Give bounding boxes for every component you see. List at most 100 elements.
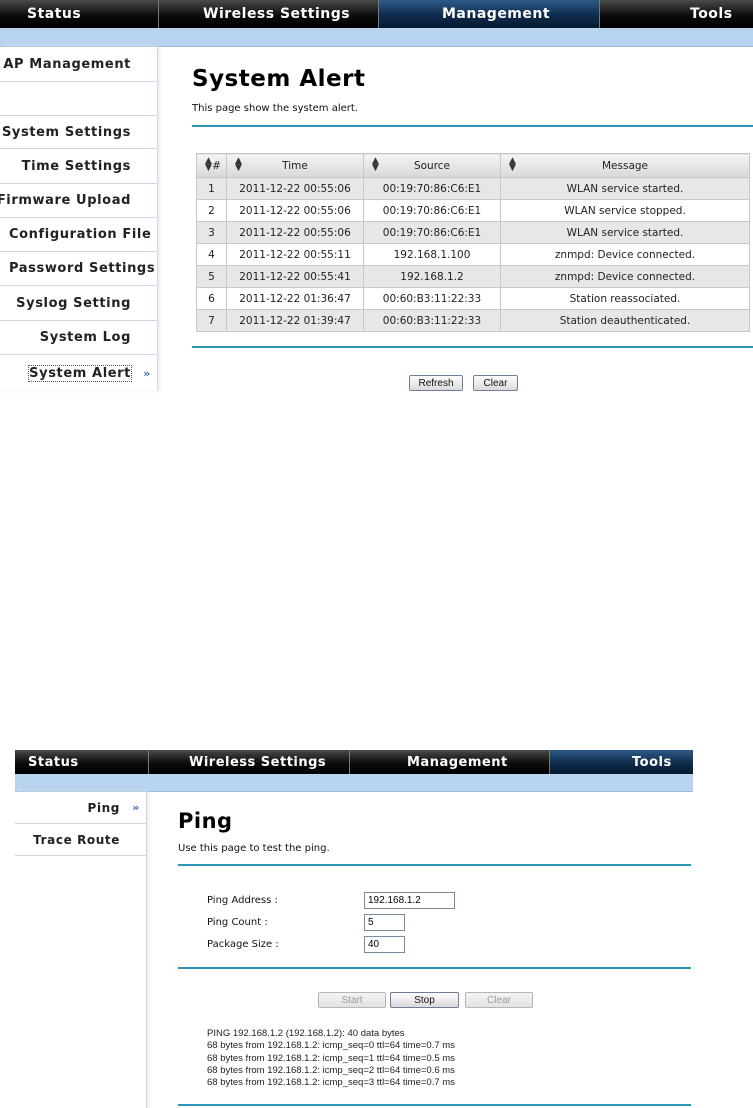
column-header-number[interactable]: ▲ ▼ # (196, 153, 227, 178)
double-chevron-right-icon: » (132, 801, 140, 814)
cell-number: 5 (196, 265, 227, 288)
ping-output-line: 68 bytes from 192.168.1.2: icmp_seq=2 tt… (207, 1064, 455, 1076)
ping-address-input[interactable] (364, 892, 455, 909)
cell-number: 6 (196, 287, 227, 310)
ping-output-line: PING 192.168.1.2 (192.168.1.2): 40 data … (207, 1028, 405, 1039)
sidebar-item-password-settings[interactable]: Password Settings (0, 252, 157, 286)
sort-icon: ▲ ▼ (509, 156, 516, 173)
tab-status[interactable]: Status (15, 750, 149, 774)
cell-message: WLAN service stopped. (500, 199, 750, 222)
package-size-label: Package Size : (207, 939, 279, 950)
sidebar-item-label: System Alert (28, 364, 132, 382)
sidebar-item-label: AP Management (3, 56, 131, 72)
column-header-message[interactable]: ▲ ▼ Message (500, 153, 750, 178)
column-header-label: Time (282, 159, 308, 172)
tab-label: Tools (632, 754, 672, 770)
ping-count-input[interactable] (364, 914, 405, 931)
cell-source: 00:19:70:86:C6:E1 (363, 199, 501, 222)
divider (178, 1104, 691, 1106)
cell-number: 2 (196, 199, 227, 222)
cell-time: 2011-12-22 00:55:06 (226, 199, 364, 222)
cell-source: 00:60:B3:11:22:33 (363, 309, 501, 332)
start-button[interactable]: Start (318, 992, 386, 1008)
cell-message: znmpd: Device connected. (500, 243, 750, 266)
tab-label: Management (407, 754, 508, 770)
tab-management[interactable]: Management (379, 0, 600, 28)
tab-wireless-settings[interactable]: Wireless Settings (159, 0, 379, 28)
divider (178, 967, 691, 969)
page-title: System Alert (192, 66, 366, 92)
cell-source: 00:19:70:86:C6:E1 (363, 221, 501, 244)
table-row: 7 2011-12-22 01:39:47 00:60:B3:11:22:33 Sta… (196, 309, 750, 332)
divider (192, 346, 753, 348)
sidebar-item-trace-route[interactable]: Trace Route (15, 825, 146, 856)
column-header-label: Message (601, 159, 649, 172)
tab-label: Wireless Settings (203, 6, 351, 22)
tab-wireless-settings[interactable]: Wireless Settings (149, 750, 350, 774)
cell-time: 2011-12-22 00:55:11 (226, 243, 364, 266)
tab-label: Management (442, 6, 551, 22)
table-row: 2 2011-12-22 00:55:06 00:19:70:86:C6:E1 WLA… (196, 199, 750, 222)
double-chevron-right-icon: » (143, 366, 151, 380)
sidebar-item-label: System Settings (1, 124, 131, 140)
cell-time: 2011-12-22 00:55:06 (226, 221, 364, 244)
page-description: Use this page to test the ping. (178, 843, 330, 854)
package-size-input[interactable] (364, 936, 405, 953)
sidebar-item-label: Firmware Upload (0, 193, 131, 208)
table-header-row: ▲ ▼ # ▲ ▼ Time ▲ ▼ Source ▲ ▼ Message (196, 153, 750, 178)
sidebar-item-syslog-setting[interactable]: Syslog Setting (0, 287, 157, 321)
sidebar-item-configuration-file[interactable]: Configuration File (0, 218, 157, 252)
ping-address-label: Ping Address : (207, 895, 278, 906)
sidebar-item-system-alert[interactable]: System Alert » (0, 356, 157, 390)
cell-number: 3 (196, 221, 227, 244)
ping-output: PING 192.168.1.2 (192.168.1.2): 40 data … (207, 1028, 455, 1089)
column-header-time[interactable]: ▲ ▼ Time (226, 153, 364, 178)
cell-source: 00:60:B3:11:22:33 (363, 287, 501, 310)
stop-button[interactable]: Stop (390, 992, 459, 1008)
cell-message: Station reassociated. (500, 287, 750, 310)
cell-source: 192.168.1.2 (363, 265, 501, 288)
cell-number: 7 (196, 309, 227, 332)
table-row: 5 2011-12-22 00:55:41 192.168.1.2 znmpd: De… (196, 265, 750, 288)
cell-time: 2011-12-22 01:36:47 (226, 287, 364, 310)
tab-management[interactable]: Management (350, 750, 550, 774)
sidebar-item-label: System Log (39, 330, 131, 345)
cell-number: 1 (196, 177, 227, 200)
clear-button[interactable]: Clear (465, 992, 533, 1008)
ping-output-line: 68 bytes from 192.168.1.2: icmp_seq=3 tt… (207, 1077, 455, 1089)
cell-source: 00:19:70:86:C6:E1 (363, 177, 501, 200)
top-nav: Status Wireless Settings Management Tool… (0, 0, 753, 28)
sidebar-item-ping[interactable]: Ping » (15, 792, 146, 824)
cell-message: Station deauthenticated. (500, 309, 750, 332)
tab-label: Tools (690, 6, 733, 22)
sidebar-item-system-settings[interactable]: System Settings (0, 115, 157, 149)
sidebar-item-time-settings[interactable]: Time Settings (0, 150, 157, 184)
sidebar-item-system-log[interactable]: System Log (0, 321, 157, 355)
page-title: Ping (178, 809, 233, 833)
table-row: 1 2011-12-22 00:55:06 00:19:70:86:C6:E1 WLA… (196, 177, 750, 200)
cell-message: WLAN service started. (500, 177, 750, 200)
ping-output-line: 68 bytes from 192.168.1.2: icmp_seq=0 tt… (207, 1040, 455, 1052)
sort-icon: ▲ ▼ (205, 156, 212, 173)
tab-status[interactable]: Status (0, 0, 159, 28)
sidebar-item-firmware-upload[interactable]: Firmware Upload (0, 184, 157, 218)
table-row: 4 2011-12-22 00:55:11 192.168.1.100 znmpd: … (196, 243, 750, 266)
sidebar-item-label: Ping (87, 800, 120, 815)
refresh-button[interactable]: Refresh (409, 375, 463, 391)
sidebar-item-label: Time Settings (21, 159, 131, 174)
sort-icon: ▲ ▼ (235, 156, 242, 173)
table-row: 6 2011-12-22 01:36:47 00:60:B3:11:22:33 Sta… (196, 287, 750, 310)
cell-time: 2011-12-22 01:39:47 (226, 309, 364, 332)
system-alert-table: ▲ ▼ # ▲ ▼ Time ▲ ▼ Source ▲ ▼ Message 1 2011-12-2… (196, 153, 750, 332)
tab-label: Wireless Settings (189, 754, 327, 770)
column-header-source[interactable]: ▲ ▼ Source (363, 153, 501, 178)
ping-count-label: Ping Count : (207, 917, 268, 928)
tab-tools[interactable]: Tools (600, 0, 753, 28)
clear-button[interactable]: Clear (473, 375, 518, 391)
sidebar-item-ap-management[interactable]: AP Management (0, 47, 157, 82)
sub-bar (0, 28, 753, 47)
column-header-label: Source (413, 159, 451, 172)
tab-label: Status (28, 754, 79, 770)
tab-tools[interactable]: Tools (550, 750, 693, 774)
sidebar-item-label: Configuration File (9, 227, 152, 242)
